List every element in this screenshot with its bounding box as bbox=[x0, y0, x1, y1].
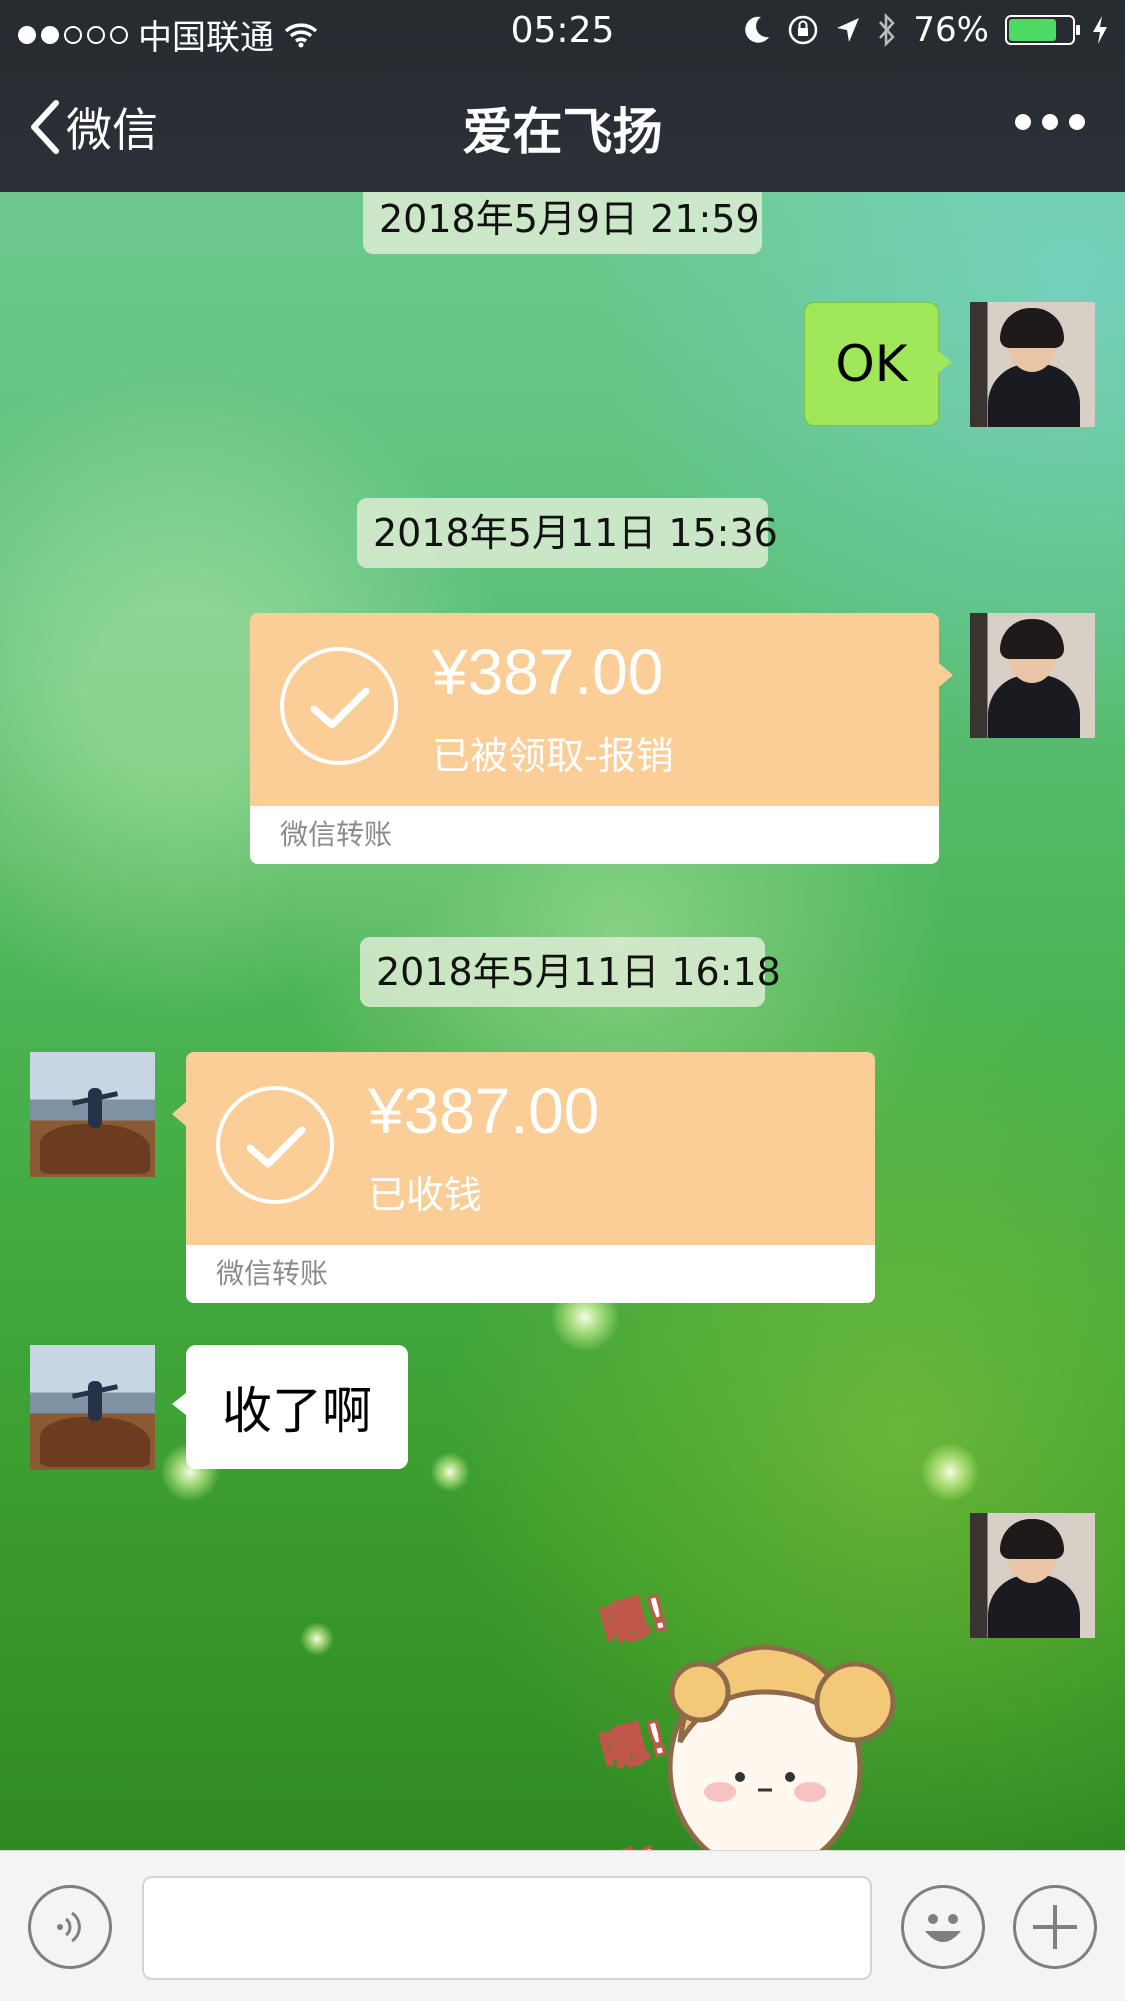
moon-icon bbox=[745, 16, 770, 43]
sticker-text: 嗯! bbox=[596, 1585, 675, 1654]
background-sparkle bbox=[300, 1622, 334, 1656]
voice-input-button[interactable] bbox=[28, 1885, 112, 1969]
charging-bolt-icon bbox=[1093, 16, 1107, 44]
bluetooth-icon bbox=[879, 13, 896, 47]
background-sparkle bbox=[920, 1442, 980, 1502]
plus-icon bbox=[1033, 1905, 1077, 1949]
chat-message-list[interactable]: 2018年5月9日 21:59 OK 2018年5月11日 15:36 ¥387… bbox=[0, 192, 1125, 1850]
transfer-status: 已收钱 bbox=[368, 1173, 483, 1217]
background-sparkle bbox=[430, 1452, 470, 1492]
transfer-amount: ¥387.00 bbox=[432, 636, 664, 708]
transfer-card-sent[interactable]: ¥387.00 已被领取-报销 微信转账 bbox=[250, 613, 953, 864]
avatar-contact[interactable] bbox=[30, 1345, 155, 1470]
timestamp: 2018年5月11日 15:36 bbox=[357, 498, 778, 568]
wechat-chat-screen: 中国联通 05:25 76% 微信 爱在飞扬 2018年5月9日 21:59 O… bbox=[0, 0, 1125, 2001]
checkmark-circle-icon bbox=[280, 647, 398, 765]
top-bar: 中国联通 05:25 76% 微信 爱在飞扬 bbox=[0, 0, 1125, 192]
message-bubble-sent[interactable]: OK bbox=[804, 302, 952, 426]
location-arrow-icon bbox=[837, 18, 860, 42]
sticker-text: 嗯! bbox=[595, 1710, 674, 1779]
battery-percent: 76% bbox=[913, 10, 989, 50]
navigation-bar: 微信 爱在飞扬 bbox=[0, 62, 1125, 192]
sticker-message[interactable]: 嗯! 嗯! 嗯! bbox=[590, 1542, 950, 1850]
smiley-icon bbox=[925, 1914, 961, 1942]
more-dot-icon bbox=[1015, 114, 1031, 130]
transfer-footer: 微信转账 bbox=[186, 1245, 875, 1303]
input-bar bbox=[0, 1850, 1125, 2001]
avatar-self[interactable] bbox=[970, 302, 1095, 427]
transfer-footer: 微信转账 bbox=[250, 806, 939, 864]
message-bubble-received[interactable]: 收了啊 bbox=[172, 1345, 408, 1469]
message-text: OK bbox=[835, 335, 908, 393]
sticker-text: 嗯! bbox=[590, 1836, 669, 1850]
timestamp: 2018年5月11日 16:18 bbox=[360, 937, 781, 1007]
chat-title: 爱在飞扬 bbox=[462, 103, 663, 161]
timestamp: 2018年5月9日 21:59 bbox=[363, 192, 762, 254]
status-bar: 中国联通 05:25 76% bbox=[0, 0, 1125, 62]
checkmark-circle-icon bbox=[216, 1086, 334, 1204]
avatar-self[interactable] bbox=[970, 613, 1095, 738]
transfer-amount: ¥387.00 bbox=[368, 1075, 600, 1147]
avatar-self[interactable] bbox=[970, 1513, 1095, 1638]
message-input[interactable] bbox=[142, 1876, 872, 1980]
more-options-button[interactable] bbox=[1015, 114, 1085, 130]
emoji-button[interactable] bbox=[901, 1885, 985, 1969]
more-dot-icon bbox=[1069, 114, 1085, 130]
avatar-contact[interactable] bbox=[30, 1052, 155, 1177]
more-functions-button[interactable] bbox=[1013, 1885, 1097, 1969]
transfer-card-received[interactable]: ¥387.00 已收钱 微信转账 bbox=[172, 1052, 875, 1303]
rotation-lock-icon bbox=[789, 15, 818, 45]
transfer-status: 已被领取-报销 bbox=[432, 734, 674, 778]
message-text: 收了啊 bbox=[222, 1382, 372, 1440]
more-dot-icon bbox=[1042, 114, 1058, 130]
voice-wave-icon bbox=[57, 1911, 81, 1943]
battery-icon bbox=[1005, 15, 1080, 45]
